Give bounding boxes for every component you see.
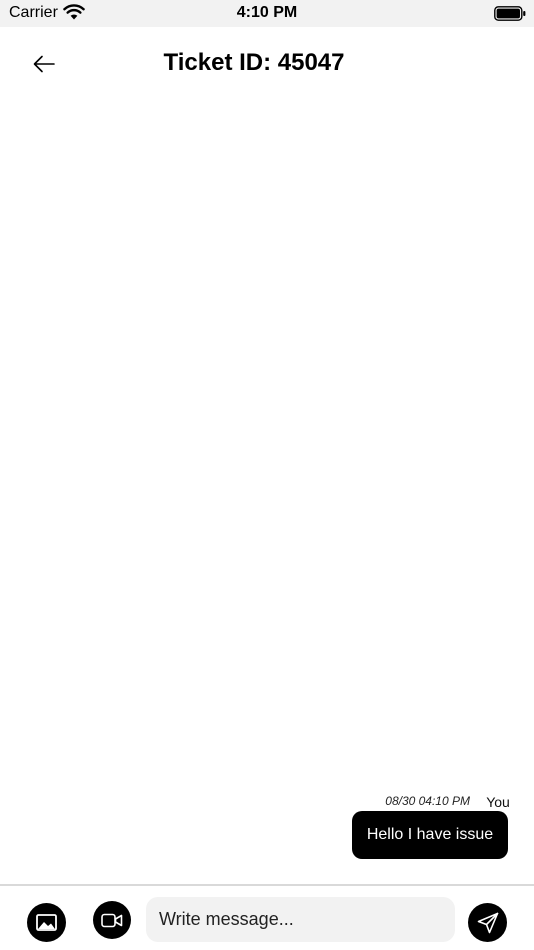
video-icon <box>101 913 123 927</box>
app-screen: Carrier 4:10 PM Ticket ID: 45047 08/30 0… <box>0 0 534 950</box>
attach-video-button[interactable] <box>93 901 131 939</box>
message-input[interactable] <box>146 897 455 942</box>
send-icon <box>477 912 498 933</box>
status-bar: Carrier 4:10 PM <box>0 0 534 27</box>
page-title: Ticket ID: 45047 <box>163 49 345 76</box>
attach-image-button[interactable] <box>27 903 66 942</box>
message-timestamp: 08/30 04:10 PM <box>385 794 470 808</box>
header-bar: Ticket ID: 45047 <box>0 27 534 99</box>
send-button[interactable] <box>468 903 507 942</box>
status-time: 4:10 PM <box>236 4 298 21</box>
image-icon <box>36 914 57 931</box>
message-sender: You <box>486 794 510 810</box>
message-composer <box>0 884 534 950</box>
message-text: Hello I have issue <box>366 826 494 843</box>
battery-icon <box>494 6 526 21</box>
message-bubble: Hello I have issue <box>352 811 508 859</box>
